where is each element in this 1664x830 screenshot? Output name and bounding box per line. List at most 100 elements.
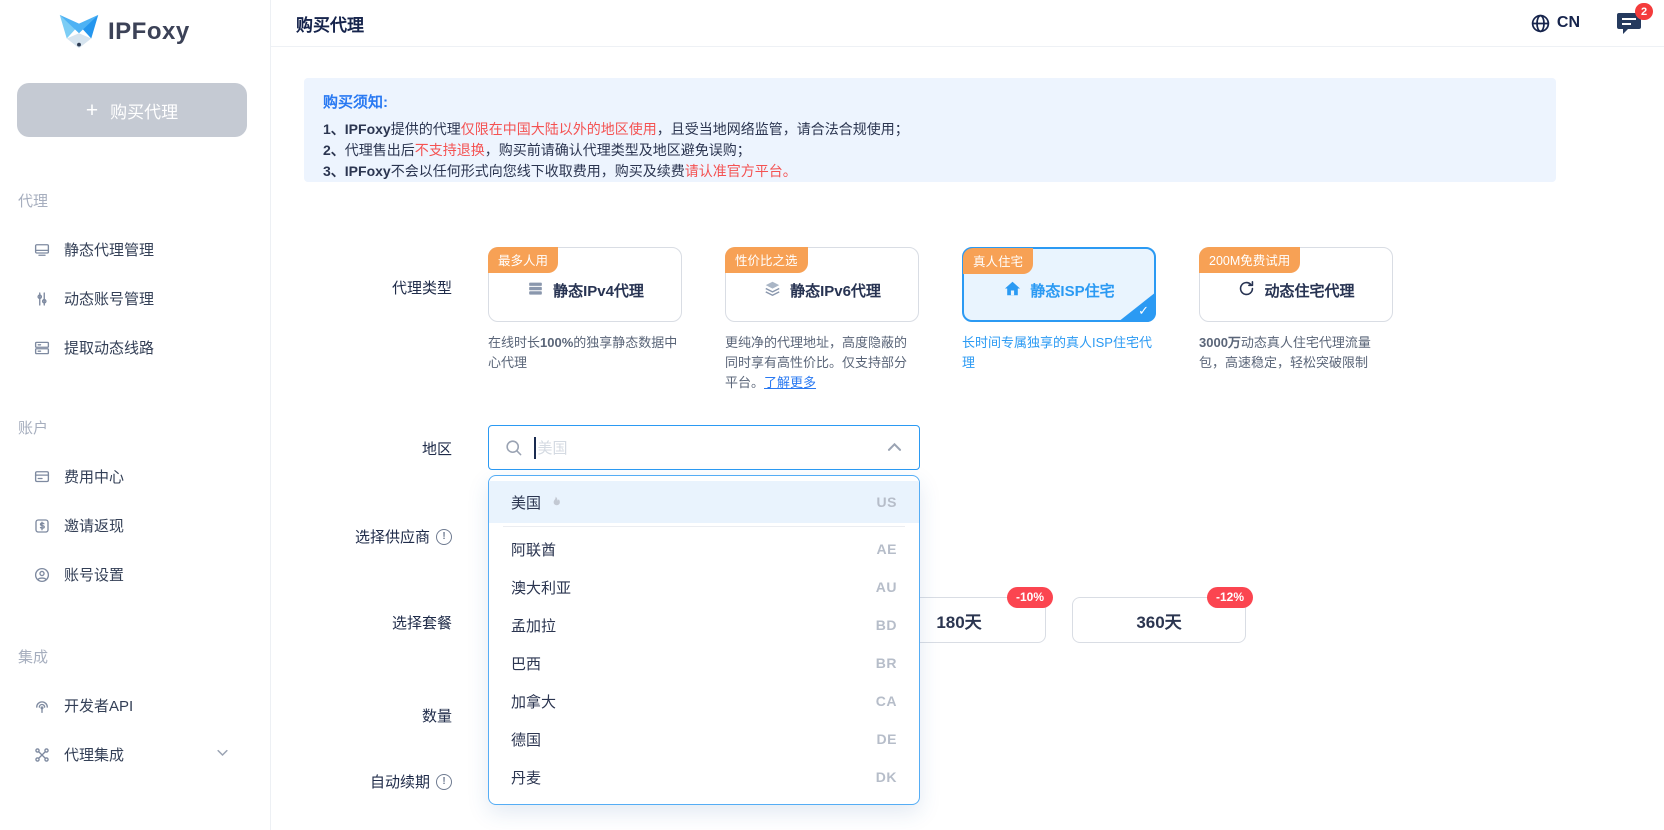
info-icon[interactable]: !: [436, 774, 452, 790]
search-placeholder: 美国: [538, 437, 568, 458]
package-name: 360天: [1136, 608, 1181, 633]
region-label: 地区: [296, 438, 452, 459]
card-description: 更纯净的代理地址，高度隐蔽的同时享有高性价比。仅支持部分平台。了解更多: [725, 333, 919, 393]
region-option-CA[interactable]: 加拿大 CA: [489, 682, 919, 720]
region-code: DE: [877, 731, 897, 747]
main-content: 购买须知: 1、IPFoxy提供的代理仅限在中国大陆以外的地区使用，且受当地网络…: [271, 47, 1664, 830]
region-name: 德国: [511, 729, 541, 750]
card-badge: 真人住宅: [963, 248, 1033, 274]
messages-button[interactable]: 2: [1616, 11, 1642, 35]
sidebar: IPFoxy + 购买代理 代理静态代理管理动态账号管理提取动态线路账户费用中心…: [0, 0, 271, 830]
sidebar-section-label: 集成: [0, 641, 270, 671]
user-icon: [33, 566, 51, 584]
notice-line: 2、代理售出后不支持退换，购买前请确认代理类型及地区避免误购；: [323, 140, 1537, 161]
sidebar-item-static-proxy[interactable]: 静态代理管理: [0, 225, 270, 274]
proxy-type-cards: 最多人用静态IPv4代理在线时长100%的独享静态数据中心代理性价比之选静态IP…: [488, 247, 1393, 393]
region-code: AE: [877, 541, 897, 557]
globe-icon: [1530, 13, 1551, 34]
region-name: 巴西: [511, 653, 541, 674]
region-option-BR[interactable]: 巴西BR: [489, 644, 919, 682]
sidebar-item-dynamic-account[interactable]: 动态账号管理: [0, 274, 270, 323]
card-badge: 最多人用: [488, 247, 558, 273]
region-code: BD: [876, 617, 897, 633]
purchase-notice: 购买须知: 1、IPFoxy提供的代理仅限在中国大陆以外的地区使用，且受当地网络…: [304, 78, 1556, 182]
region-code: AU: [876, 579, 897, 595]
sidebar-item-label: 邀请返现: [64, 515, 124, 536]
page-title: 购买代理: [296, 11, 364, 36]
region-option-DK[interactable]: 丹麦 DK: [489, 758, 919, 796]
card-description: 长时间专属独享的真人ISP住宅代理: [962, 333, 1156, 373]
region-option-US[interactable]: 美国US: [489, 481, 919, 523]
proxy-type-card-column: 最多人用静态IPv4代理在线时长100%的独享静态数据中心代理: [488, 247, 682, 393]
sidebar-item-account-settings[interactable]: 账号设置: [0, 550, 270, 599]
messages-count-badge: 2: [1635, 3, 1653, 20]
sidebar-item-label: 开发者API: [64, 695, 133, 716]
text-cursor: [534, 437, 536, 459]
sidebar-item-label: 提取动态线路: [64, 337, 154, 358]
region-name: 丹麦: [511, 767, 541, 788]
region-code: US: [877, 494, 897, 510]
proxy-type-label: 代理类型: [296, 277, 452, 298]
region-code: CA: [876, 693, 897, 709]
package-label: 选择套餐: [296, 612, 452, 633]
card-title-text: 静态IPv6代理: [790, 280, 881, 301]
server-icon: [33, 339, 51, 357]
region-name: 阿联酋: [511, 539, 556, 560]
card-title: 静态ISP住宅: [1003, 279, 1114, 302]
discount-badge: -10%: [1007, 587, 1053, 608]
refresh-icon: [1237, 279, 1256, 302]
card-description: 在线时长100%的独享静态数据中心代理: [488, 333, 682, 373]
sidebar-item-label: 静态代理管理: [64, 239, 154, 260]
sidebar-item-label: 动态账号管理: [64, 288, 154, 309]
proxy-type-card[interactable]: 200M免费试用动态住宅代理: [1199, 247, 1393, 322]
region-search-input[interactable]: 美国: [488, 425, 920, 470]
chevron-down-icon[interactable]: [215, 745, 230, 764]
auto-renew-label: 自动续期 !: [296, 771, 452, 792]
region-option-DE[interactable]: 德国 DE: [489, 720, 919, 758]
notice-line: 3、IPFoxy不会以任何形式向您线下收取费用，购买及续费请认准官方平台。: [323, 161, 1537, 182]
sidebar-section-label: 账户: [0, 412, 270, 442]
search-icon: [504, 438, 523, 457]
sidebar-item-label: 账号设置: [64, 564, 124, 585]
region-name: 澳大利亚: [511, 577, 571, 598]
flame-icon: [548, 495, 563, 510]
chevron-up-icon[interactable]: [885, 438, 904, 457]
region-option-AE[interactable]: 阿联酋 AE: [489, 530, 919, 568]
region-code: DK: [876, 769, 897, 785]
package-option[interactable]: 360天-12%: [1072, 597, 1246, 643]
sidebar-item-extract-lines[interactable]: 提取动态线路: [0, 323, 270, 372]
sidebar-item-label: 费用中心: [64, 466, 124, 487]
card-title-text: 静态IPv4代理: [553, 280, 644, 301]
api-icon: [33, 697, 51, 715]
sidebar-item-proxy-integration[interactable]: 代理集成: [0, 730, 270, 779]
proxy-type-card[interactable]: 真人住宅静态ISP住宅✓: [962, 247, 1156, 322]
info-icon[interactable]: !: [436, 529, 452, 545]
region-option-AU[interactable]: 澳大利亚 AU: [489, 568, 919, 606]
proxy-type-card[interactable]: 性价比之选静态IPv6代理: [725, 247, 919, 322]
notice-line: 1、IPFoxy提供的代理仅限在中国大陆以外的地区使用，且受当地网络监管，请合法…: [323, 119, 1537, 140]
billing-card-icon: [33, 468, 51, 486]
divider: [503, 526, 905, 527]
card-description: 3000万动态真人住宅代理流量包，高速稳定，轻松突破限制: [1199, 333, 1393, 373]
learn-more-link[interactable]: 了解更多: [764, 375, 816, 390]
sliders-icon: [33, 290, 51, 308]
buy-proxy-button[interactable]: + 购买代理: [17, 83, 247, 137]
proxy-type-card-column: 200M免费试用动态住宅代理 3000万动态真人住宅代理流量包，高速稳定，轻松突破…: [1199, 247, 1393, 393]
region-name: 加拿大: [511, 691, 556, 712]
fox-logo-icon: [58, 13, 100, 50]
card-title-text: 静态ISP住宅: [1030, 280, 1114, 301]
card-title-text: 动态住宅代理: [1264, 280, 1354, 301]
header: 购买代理 CN 2: [271, 0, 1664, 47]
card-badge: 200M免费试用: [1199, 247, 1300, 273]
sidebar-item-developer-api[interactable]: 开发者API: [0, 681, 270, 730]
package-name: 180天: [936, 608, 981, 633]
card-title: 静态IPv4代理: [526, 279, 644, 302]
sidebar-item-billing-center[interactable]: 费用中心: [0, 452, 270, 501]
card-title: 静态IPv6代理: [763, 279, 881, 302]
region-option-BD[interactable]: 孟加拉BD: [489, 606, 919, 644]
language-switcher[interactable]: CN: [1530, 13, 1580, 34]
sidebar-item-invite-cashback[interactable]: 邀请返现: [0, 501, 270, 550]
plus-icon: +: [86, 100, 98, 121]
supplier-label: 选择供应商 !: [296, 526, 452, 547]
proxy-type-card[interactable]: 最多人用静态IPv4代理: [488, 247, 682, 322]
